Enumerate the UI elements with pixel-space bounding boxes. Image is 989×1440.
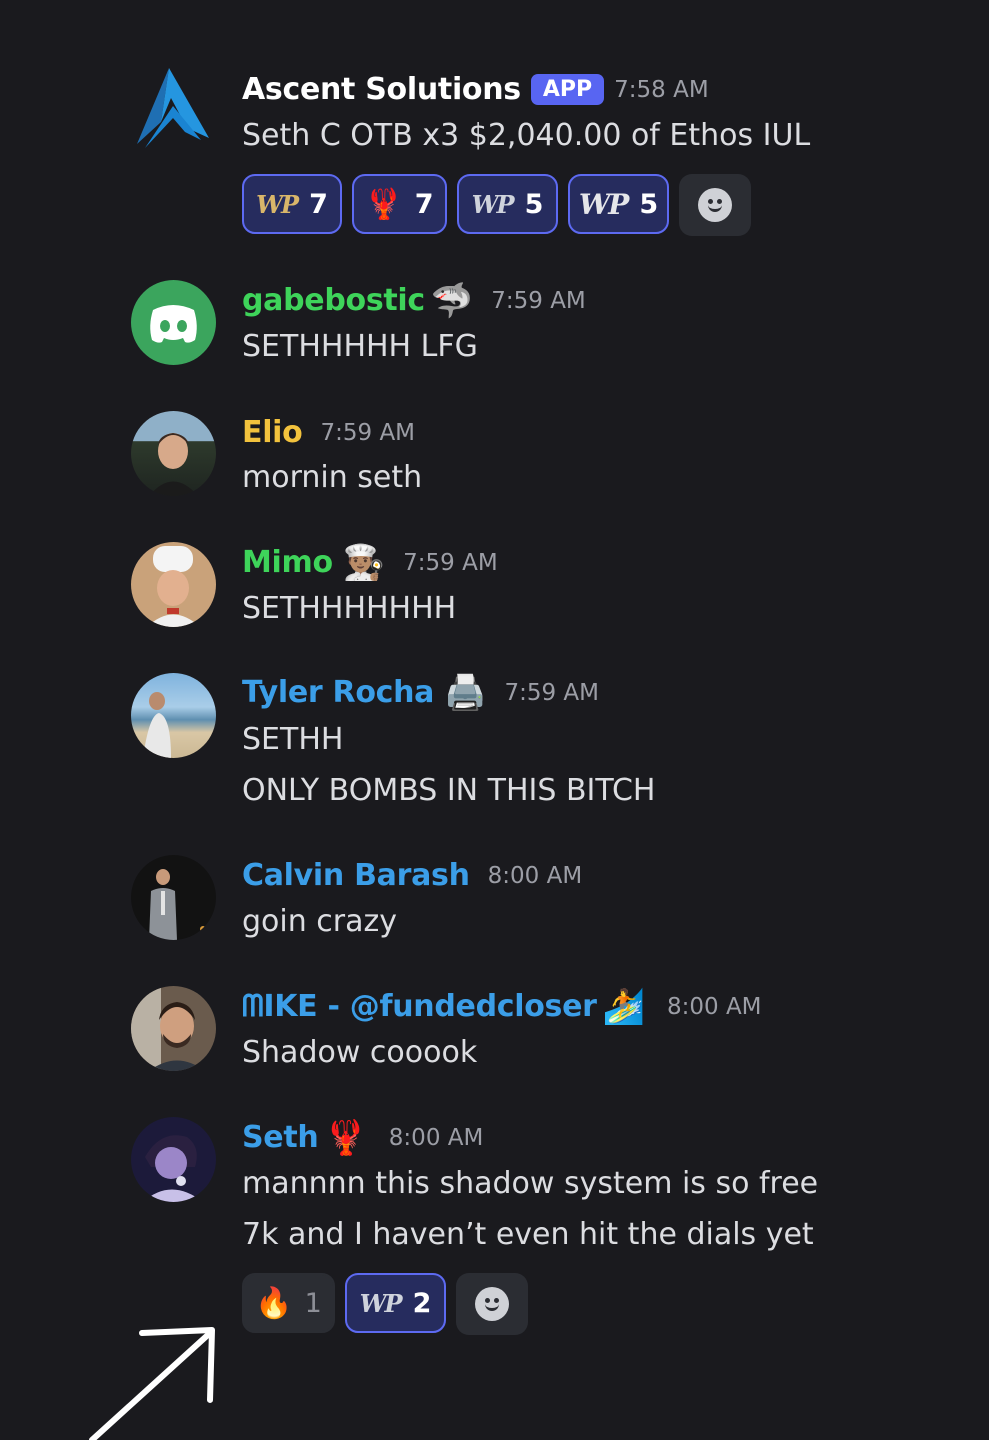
lobster-icon: 🦞 <box>365 186 403 222</box>
reaction-count: 7 <box>414 188 434 220</box>
reaction-count: 5 <box>639 188 659 220</box>
lobster-icon: 🦞 <box>324 1117 367 1158</box>
timestamp: 7:59 AM <box>320 419 416 446</box>
reaction-wp[interactable]: WP 5 <box>457 174 558 234</box>
timestamp: 7:59 AM <box>504 679 600 706</box>
message-text: mannnn this shadow system is so free <box>242 1166 819 1201</box>
reaction-count: 2 <box>412 1287 432 1319</box>
wp-logo-icon: WP <box>359 1288 403 1318</box>
author-name[interactable]: Seth <box>242 1120 319 1155</box>
author-name[interactable]: Mimo <box>242 545 333 580</box>
ascent-logo-avatar[interactable] <box>131 62 216 152</box>
printer-icon: 🖨️ <box>444 672 487 713</box>
message-text: SETHHHHH LFG <box>242 329 478 364</box>
chef-icon: 👨🏽‍🍳 <box>342 542 386 583</box>
wp-logo-icon: WP <box>471 189 515 219</box>
author-name[interactable]: Calvin Barash <box>242 858 470 893</box>
smiley-icon <box>698 188 732 222</box>
reaction-wp[interactable]: WP 2 <box>345 1273 446 1333</box>
fire-icon: 🔥 <box>255 1285 293 1321</box>
timestamp: 8:00 AM <box>388 1124 484 1151</box>
add-reaction-button[interactable] <box>456 1273 528 1335</box>
reaction-count: 1 <box>304 1287 322 1319</box>
reaction-fire[interactable]: 🔥 1 <box>242 1273 335 1333</box>
avatar[interactable] <box>131 280 216 365</box>
wp-logo-icon: WP <box>256 189 299 219</box>
surfer-icon: 🏄 <box>602 986 645 1027</box>
timestamp: 8:00 AM <box>666 993 762 1020</box>
timestamp: 7:58 AM <box>614 76 709 103</box>
timestamp: 8:00 AM <box>487 862 583 889</box>
reaction-lobster[interactable]: 🦞 7 <box>352 174 447 234</box>
wp-logo-icon: WP <box>578 187 629 221</box>
author-name[interactable]: ᗰIKE - @fundedcloser <box>242 989 597 1024</box>
message-text: mornin seth <box>242 460 423 495</box>
reaction-count: 5 <box>524 188 544 220</box>
avatar[interactable] <box>131 673 216 758</box>
app-badge: APP <box>530 74 605 105</box>
author-name[interactable]: gabebostic <box>242 283 425 318</box>
message-text: SETHHHHHHH <box>242 591 457 626</box>
reaction-count: 7 <box>309 188 328 220</box>
message-text: Seth C OTB x3 $2,040.00 of Ethos IUL <box>242 118 811 153</box>
timestamp: 7:59 AM <box>403 549 498 576</box>
avatar[interactable] <box>131 411 216 496</box>
avatar[interactable] <box>131 855 216 940</box>
message-text: SETHH <box>242 722 344 757</box>
reaction-bar: WP 7 🦞 7 WP 5 WP 5 <box>242 174 751 236</box>
shark-icon: 🦈 <box>430 280 474 321</box>
add-reaction-button[interactable] <box>679 174 751 236</box>
reaction-wp[interactable]: WP 7 <box>242 174 342 234</box>
avatar[interactable] <box>131 1117 216 1202</box>
smiley-icon <box>475 1287 509 1321</box>
reaction-bar: 🔥 1 WP 2 <box>242 1273 528 1335</box>
message-text: 7k and I haven’t even hit the dials yet <box>242 1217 814 1252</box>
avatar[interactable] <box>131 986 216 1071</box>
author-name[interactable]: Tyler Rocha <box>242 675 434 710</box>
reaction-wp[interactable]: WP 5 <box>568 174 669 234</box>
author-name[interactable]: Ascent Solutions <box>242 72 521 107</box>
author-name[interactable]: Elio <box>242 415 303 450</box>
message-text: ONLY BOMBS IN THIS BITCH <box>242 773 656 808</box>
message-text: goin crazy <box>242 904 397 939</box>
avatar[interactable] <box>131 542 216 627</box>
discord-logo-icon <box>150 305 197 343</box>
timestamp: 7:59 AM <box>491 287 586 314</box>
message-text: Shadow cooook <box>242 1035 478 1070</box>
